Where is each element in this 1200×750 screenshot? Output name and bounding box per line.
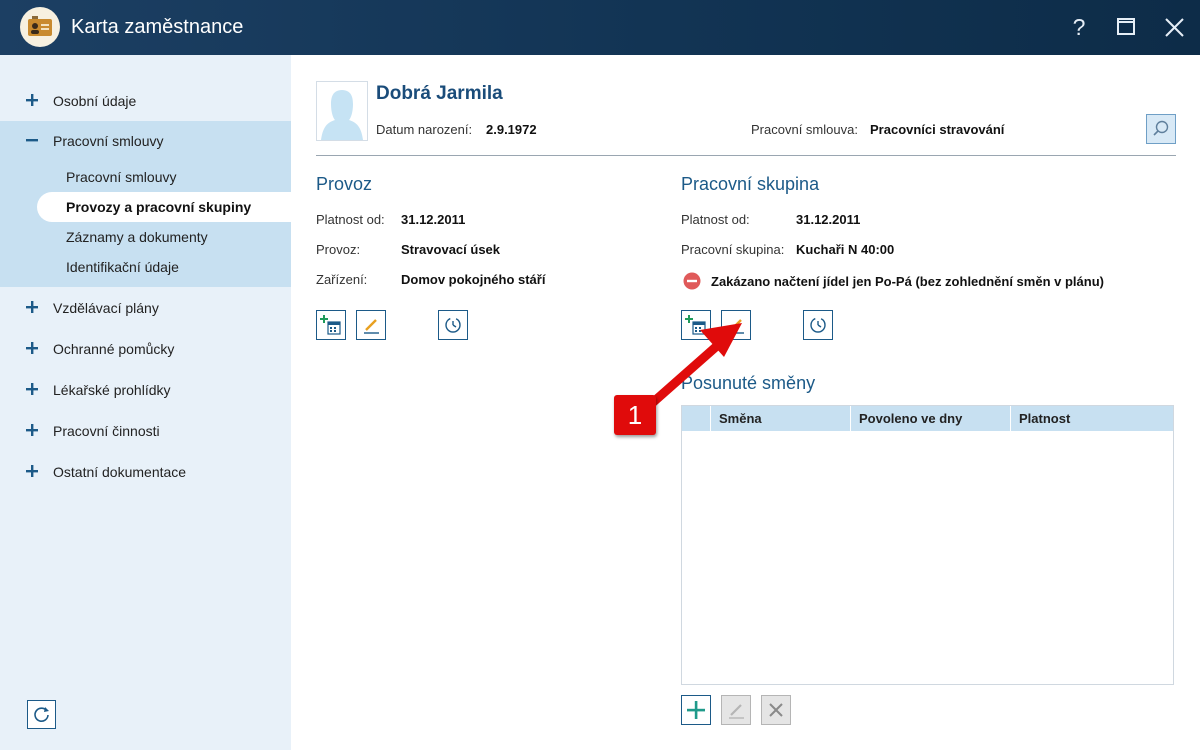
person-silhouette-icon bbox=[321, 90, 363, 140]
plus-icon bbox=[687, 701, 705, 719]
plus-icon bbox=[26, 94, 38, 106]
forbidden-icon bbox=[683, 272, 701, 290]
plus-icon bbox=[26, 342, 38, 354]
skupina-edit-button[interactable] bbox=[721, 310, 751, 340]
sidebar-item-pracovni-smlouvy[interactable]: Pracovní smlouvy bbox=[0, 121, 291, 162]
calendar-add-icon bbox=[685, 315, 706, 335]
sidebar-subitem-label: Identifikační údaje bbox=[66, 259, 179, 275]
sidebar-item-ochranne-pomucky[interactable]: Ochranné pomůcky bbox=[0, 329, 291, 370]
column-header-platnost[interactable]: Platnost bbox=[1010, 406, 1173, 431]
pencil-icon bbox=[364, 319, 379, 334]
sidebar-item-label: Osobní údaje bbox=[53, 93, 137, 109]
sidebar-subitem-zaznamy[interactable]: Záznamy a dokumenty bbox=[0, 222, 291, 252]
help-button[interactable]: ? bbox=[1062, 10, 1096, 44]
sidebar-item-vzdelavaci-plany[interactable]: Vzdělávací plány bbox=[0, 288, 291, 329]
pencil-icon bbox=[729, 704, 744, 719]
provoz-zarizeni-label: Zařízení: bbox=[316, 272, 368, 287]
provoz-add-button[interactable] bbox=[316, 310, 346, 340]
provoz-platnost-label: Platnost od: bbox=[316, 212, 385, 227]
main-content: Dobrá Jarmila Datum narození: 2.9.1972 P… bbox=[291, 55, 1200, 750]
history-icon bbox=[445, 317, 461, 333]
provoz-zarizeni-value: Domov pokojného stáří bbox=[401, 272, 546, 287]
sidebar-subitem-pracovni-smlouvy[interactable]: Pracovní smlouvy bbox=[0, 162, 291, 192]
plus-icon bbox=[26, 465, 38, 477]
skupina-platnost-label: Platnost od: bbox=[681, 212, 750, 227]
search-icon bbox=[1153, 120, 1169, 136]
window-title: Karta zaměstnance bbox=[71, 16, 244, 38]
sidebar-item-lekarske-prohlidky[interactable]: Lékařské prohlídky bbox=[0, 370, 291, 411]
plus-icon bbox=[26, 424, 38, 436]
sidebar-item-label: Vzdělávací plány bbox=[53, 300, 159, 316]
sidebar-item-pracovni-cinnosti[interactable]: Pracovní činnosti bbox=[0, 411, 291, 452]
dob-value: 2.9.1972 bbox=[486, 122, 537, 137]
provoz-platnost-value: 31.12.2011 bbox=[401, 212, 466, 227]
add-shift-button[interactable] bbox=[681, 695, 711, 725]
plus-icon bbox=[26, 301, 38, 313]
posunute-title: Posunuté směny bbox=[681, 373, 816, 393]
refresh-icon bbox=[34, 707, 49, 722]
provoz-provoz-label: Provoz: bbox=[316, 242, 361, 257]
column-header-povoleno[interactable]: Povoleno ve dny bbox=[850, 406, 1010, 431]
header-divider bbox=[316, 155, 1176, 156]
pencil-icon bbox=[729, 319, 744, 334]
refresh-button[interactable] bbox=[27, 700, 56, 729]
sidebar-subitem-provozy[interactable]: Provozy a pracovní skupiny bbox=[37, 192, 291, 222]
edit-shift-button[interactable] bbox=[721, 695, 751, 725]
delete-icon bbox=[769, 703, 783, 717]
sidebar-item-label: Lékařské prohlídky bbox=[53, 382, 171, 398]
sidebar-item-osobni-udaje[interactable]: Osobní údaje bbox=[0, 81, 291, 122]
sidebar-expanded-group: Pracovní smlouvy Pracovní smlouvy Provoz… bbox=[0, 121, 291, 287]
calendar-add-icon bbox=[320, 315, 341, 335]
skupina-skupina-label: Pracovní skupina: bbox=[681, 242, 785, 257]
table-header: Směna Povoleno ve dny Platnost bbox=[682, 406, 1173, 431]
sidebar-subitem-identifikacni[interactable]: Identifikační údaje bbox=[0, 252, 291, 282]
sidebar-item-label: Ostatní dokumentace bbox=[53, 464, 187, 480]
sidebar-subitem-label: Záznamy a dokumenty bbox=[66, 229, 208, 245]
sidebar: Osobní údaje Pracovní smlouvy Pracovní s… bbox=[0, 55, 291, 750]
title-bar: Karta zaměstnance ? bbox=[0, 0, 1200, 55]
skupina-platnost-value: 31.12.2011 bbox=[796, 212, 861, 227]
sidebar-item-label: Pracovní smlouvy bbox=[53, 133, 164, 149]
sidebar-item-ostatni-dokumentace[interactable]: Ostatní dokumentace bbox=[0, 452, 291, 493]
annotation-badge: 1 bbox=[614, 395, 656, 435]
maximize-button[interactable] bbox=[1109, 10, 1143, 44]
provoz-title: Provoz bbox=[316, 174, 373, 194]
history-icon bbox=[810, 317, 826, 333]
dob-label: Datum narození: bbox=[376, 122, 473, 137]
provoz-provoz-value: Stravovací úsek bbox=[401, 242, 501, 257]
contract-label: Pracovní smlouva: bbox=[751, 122, 858, 137]
employee-name: Dobrá Jarmila bbox=[376, 83, 503, 104]
delete-shift-button[interactable] bbox=[761, 695, 791, 725]
skupina-skupina-value: Kuchaři N 40:00 bbox=[796, 242, 895, 257]
close-button[interactable] bbox=[1157, 10, 1191, 44]
minus-icon bbox=[26, 139, 38, 142]
sidebar-item-label: Pracovní činnosti bbox=[53, 423, 160, 439]
skupina-add-button[interactable] bbox=[681, 310, 711, 340]
shifted-shifts-table[interactable]: Směna Povoleno ve dny Platnost bbox=[681, 405, 1174, 685]
provoz-edit-button[interactable] bbox=[356, 310, 386, 340]
skupina-title: Pracovní skupina bbox=[681, 174, 820, 194]
sidebar-subitem-label: Pracovní smlouvy bbox=[66, 169, 177, 185]
sidebar-item-label: Ochranné pomůcky bbox=[53, 341, 175, 357]
column-header-smena[interactable]: Směna bbox=[710, 406, 850, 431]
plus-icon bbox=[26, 383, 38, 395]
contract-value: Pracovníci stravování bbox=[870, 122, 1005, 137]
search-button[interactable] bbox=[1146, 114, 1176, 144]
employee-photo bbox=[316, 81, 368, 141]
skupina-history-button[interactable] bbox=[803, 310, 833, 340]
table-header-spacer bbox=[682, 406, 710, 431]
sidebar-subitem-label: Provozy a pracovní skupiny bbox=[66, 199, 252, 215]
employee-card-icon bbox=[20, 7, 60, 47]
warning-text: Zakázano načtení jídel jen Po-Pá (bez zo… bbox=[711, 274, 1104, 289]
provoz-history-button[interactable] bbox=[438, 310, 468, 340]
